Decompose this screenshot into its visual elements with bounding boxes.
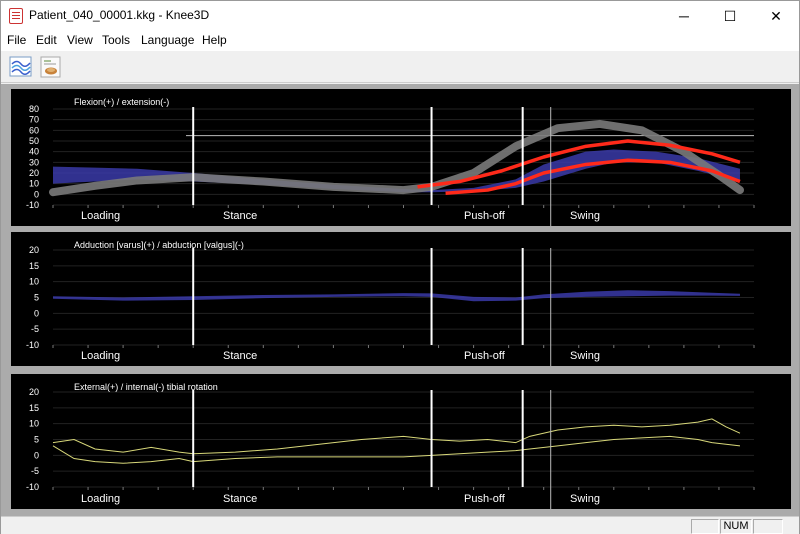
- flexion-title: Flexion(+) / extension(-): [74, 97, 170, 107]
- menu-help[interactable]: Help: [202, 33, 227, 47]
- y-tick-label: 15: [29, 261, 39, 271]
- y-tick-label: 50: [29, 136, 39, 146]
- y-tick-label: 5: [34, 435, 39, 445]
- menu-language[interactable]: Language: [141, 33, 194, 47]
- phase-label: Stance: [223, 493, 257, 505]
- phase-label: Swing: [570, 350, 600, 362]
- num-lock-indicator: NUM: [720, 519, 752, 534]
- toolbar: [1, 51, 799, 83]
- y-tick-label: 0: [34, 308, 39, 318]
- rotation-title: External(+) / internal(-) tibial rotatio…: [74, 382, 218, 392]
- y-tick-label: -10: [26, 200, 39, 210]
- flexion-panel: 80 70 60 50 40 30 20 10 0 -10 Loading Stance Push-of…: [11, 89, 791, 226]
- y-tick-label: -10: [26, 482, 39, 492]
- minimize-button[interactable]: ─: [661, 1, 707, 31]
- rotation-chart: 20 15 10 5 0 -5 -10 Loading Stance Push-off Swing: [26, 387, 755, 509]
- phase-label: Loading: [81, 210, 120, 222]
- y-tick-label: 10: [29, 419, 39, 429]
- rotation-curve-2: [52, 435, 741, 464]
- y-tick-label: 5: [34, 293, 39, 303]
- y-tick-label: 20: [29, 245, 39, 255]
- phase-label: Swing: [570, 210, 600, 222]
- phase-label: Stance: [223, 350, 257, 362]
- curves-chart-button[interactable]: [9, 55, 33, 79]
- y-tick-label: 40: [29, 147, 39, 157]
- phase-label: Push-off: [464, 210, 506, 222]
- menu-bar: File Edit View Tools Language Help: [1, 31, 799, 51]
- knee-report-button[interactable]: [39, 55, 63, 79]
- y-tick-label: 15: [29, 403, 39, 413]
- close-button[interactable]: ✕: [753, 1, 799, 31]
- normative-band: [53, 290, 740, 302]
- adduction-title: Adduction [varus](+) / abduction [valgus…: [74, 240, 244, 250]
- flexion-chart: 80706050403020100-10 Loading Stance Push-of…: [26, 104, 755, 226]
- y-tick-label: 10: [29, 277, 39, 287]
- app-window: Patient_040_00001.kkg - Knee3D ─ ☐ ✕ Fil…: [0, 0, 800, 534]
- y-tick-label: 20: [29, 387, 39, 397]
- status-pane-1: [691, 519, 719, 534]
- y-tick-label: -5: [31, 324, 39, 334]
- window-title: Patient_040_00001.kkg - Knee3D: [29, 8, 210, 22]
- curves-chart-icon: [9, 56, 32, 77]
- rotation-panel: 20 15 10 5 0 -5 -10 Loading Stance Push-off Swing …: [11, 374, 791, 509]
- maximize-button[interactable]: ☐: [707, 1, 753, 31]
- status-pane-3: [753, 519, 783, 534]
- y-tick-label: 70: [29, 115, 39, 125]
- y-tick-label: 10: [29, 179, 39, 189]
- phase-label: Push-off: [464, 493, 506, 505]
- menu-view[interactable]: View: [67, 33, 93, 47]
- y-tick-label: 0: [34, 450, 39, 460]
- menu-edit[interactable]: Edit: [36, 33, 57, 47]
- y-tick-label: -5: [31, 466, 39, 476]
- status-bar: NUM: [1, 516, 799, 534]
- phase-label: Loading: [81, 493, 120, 505]
- menu-tools[interactable]: Tools: [102, 33, 130, 47]
- y-tick-label: 20: [29, 168, 39, 178]
- app-icon: [9, 8, 23, 24]
- knee-report-icon: [40, 56, 61, 78]
- chart-area: 80 70 60 50 40 30 20 10 0 -10 Loading Stance Push-of…: [1, 84, 799, 516]
- y-tick-label: 0: [34, 189, 39, 199]
- adduction-chart: 20 15 10 5 0 -5 -10 Loading Stance Push-off Swing: [26, 245, 755, 366]
- y-tick-label: 60: [29, 125, 39, 135]
- title-bar[interactable]: Patient_040_00001.kkg - Knee3D ─ ☐ ✕: [1, 1, 799, 31]
- y-tick-label: 30: [29, 157, 39, 167]
- menu-file[interactable]: File: [7, 33, 26, 47]
- phase-label: Stance: [223, 210, 257, 222]
- phase-label: Loading: [81, 350, 120, 362]
- y-tick-label: -10: [26, 340, 39, 350]
- y-tick-label: 80: [29, 104, 39, 114]
- phase-label: Push-off: [464, 350, 506, 362]
- adduction-panel: 20 15 10 5 0 -5 -10 Loading Stance Push-off Swing …: [11, 232, 791, 366]
- phase-label: Swing: [570, 493, 600, 505]
